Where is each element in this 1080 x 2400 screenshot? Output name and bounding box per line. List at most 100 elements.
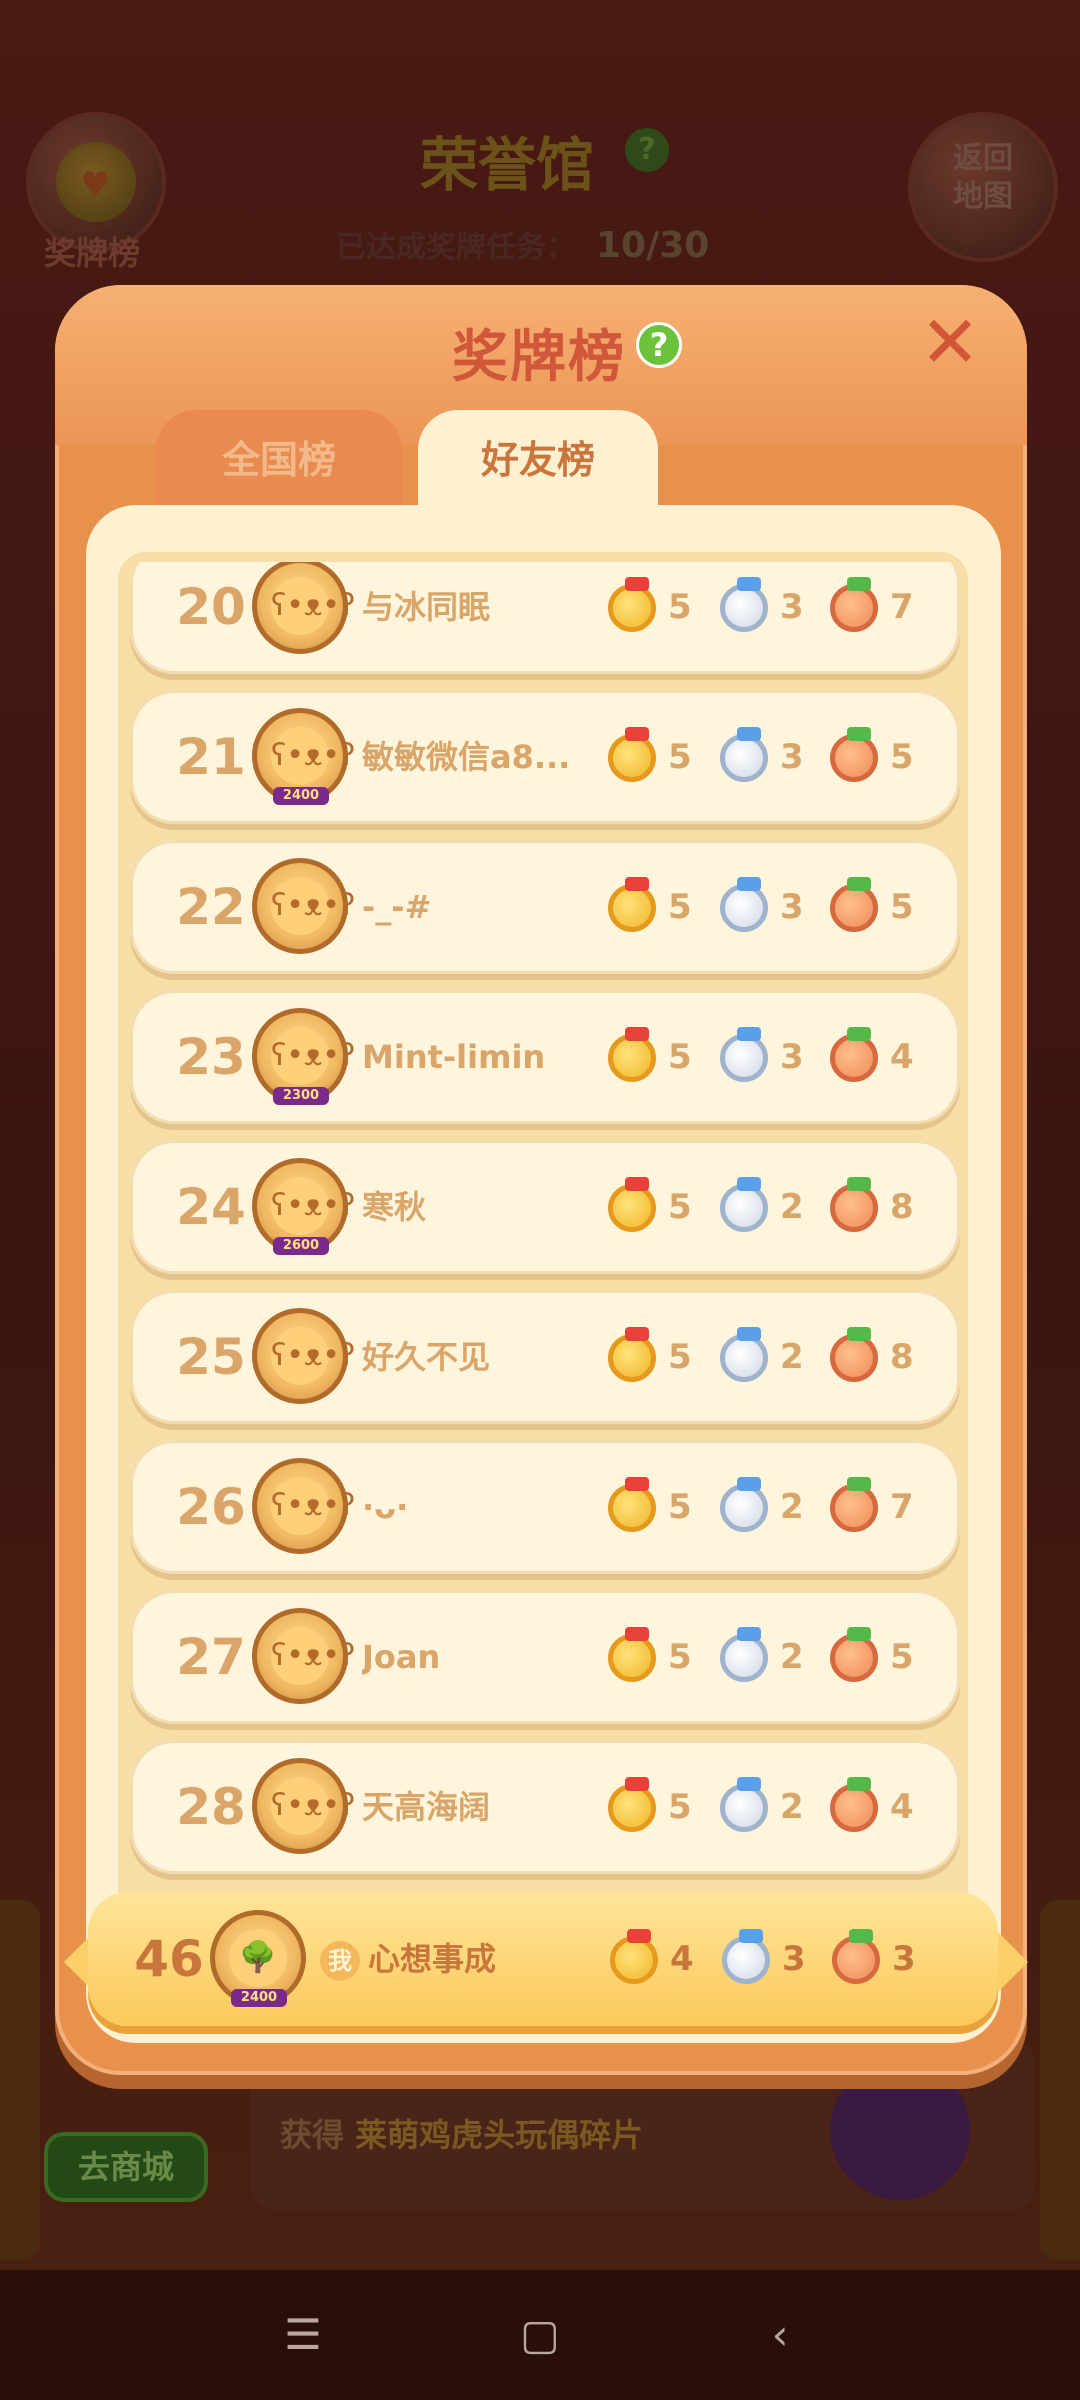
silver-medal-icon: [720, 1327, 768, 1382]
silver-medal-icon: [720, 1027, 768, 1082]
bronze-medal-icon: [830, 1177, 878, 1232]
gold-medal-icon: [608, 1477, 656, 1532]
bronze-count: 4: [890, 1037, 914, 1077]
back-to-map-button[interactable]: 返回 地图: [908, 112, 1058, 262]
bronze-count: 5: [890, 1637, 914, 1677]
silver-medal-icon: [720, 1477, 768, 1532]
gold-count: 5: [668, 1487, 692, 1527]
go-shop-button[interactable]: 去商城: [44, 2132, 208, 2202]
gold-medal-icon: [608, 727, 656, 782]
gold-count: 5: [668, 1337, 692, 1377]
avatar[interactable]: ʕ•ᴥ•ʔ: [252, 1308, 355, 1404]
row-name: 好久不见: [362, 1338, 491, 1376]
bronze-medal-icon: [830, 577, 878, 632]
bronze-medal-icon: [832, 1929, 880, 1984]
task-progress: 已达成奖牌任务： 10/30: [336, 222, 709, 266]
gold-count: 5: [668, 587, 692, 627]
bronze-count: 7: [890, 587, 914, 627]
me-tag: 我: [320, 1941, 360, 1981]
self-row-right-arrow: [994, 1928, 1028, 1996]
close-icon[interactable]: ✕: [918, 306, 982, 378]
help-icon[interactable]: ?: [636, 322, 682, 368]
gold-medal-icon: [610, 1929, 658, 1984]
leaderboard-row[interactable]: 23 ʕ•ᴥ•ʔ 2300 Mint-limin 5 3 4: [130, 990, 960, 1124]
leaderboard-row[interactable]: 25 ʕ•ᴥ•ʔ 好久不见 5 2 8: [130, 1290, 960, 1424]
heart-icon: ♥: [80, 165, 111, 205]
bronze-medal-icon: [830, 877, 878, 932]
self-avatar-badge: 2400: [231, 1989, 287, 2007]
row-name: 寒秋: [362, 1188, 427, 1226]
silver-count: 3: [780, 737, 804, 777]
gold-medal-icon: [608, 877, 656, 932]
leaderboard-row[interactable]: 20 ʕ•ᴥ•ʔ 与冰同眠 5 3 7: [130, 562, 960, 674]
hall-help-icon[interactable]: ?: [625, 128, 669, 172]
leaderboard-row[interactable]: 28 ʕ•ᴥ•ʔ 天高海阔 5 2 4: [130, 1740, 960, 1874]
mascot-icon: ʕ•ᴥ•ʔ: [271, 1477, 355, 1535]
avatar[interactable]: ʕ•ᴥ•ʔ: [252, 562, 355, 654]
back-icon[interactable]: ‹: [740, 2295, 820, 2375]
bronze-medal-icon: [830, 1027, 878, 1082]
gold-count: 5: [668, 1037, 692, 1077]
task-progress-label: 已达成奖牌任务：: [336, 230, 576, 265]
gold-medal-icon: [608, 1177, 656, 1232]
avatar[interactable]: ʕ•ᴥ•ʔ 2300: [252, 1008, 355, 1105]
avatar-badge: 2400: [273, 787, 329, 805]
gold-count: 5: [668, 737, 692, 777]
reward-text: 获得 莱萌鸡虎头玩偶碎片: [280, 2110, 643, 2156]
leaderboard-row[interactable]: 24 ʕ•ᴥ•ʔ 2600 寒秋 5 2 8: [130, 1140, 960, 1274]
leaderboard-row[interactable]: 26 ʕ•ᴥ•ʔ ·ᴗ· 5 2 7: [130, 1440, 960, 1574]
medal-board-label: 奖牌榜: [44, 234, 141, 272]
reward-prefix: 获得: [280, 2116, 345, 2154]
puzzle-icon: [830, 2060, 970, 2200]
gold-count: 5: [668, 887, 692, 927]
leaderboard-list[interactable]: 20 ʕ•ᴥ•ʔ 与冰同眠 5 3 7 21 ʕ•ᴥ•ʔ 2400 敏敏微信a8... 5 3 5 22 ʕ…: [118, 562, 968, 1882]
row-name: 天高海阔: [362, 1788, 491, 1826]
self-rank: 46: [134, 1930, 204, 1988]
silver-count: 2: [780, 1487, 804, 1527]
silver-count: 3: [780, 1037, 804, 1077]
avatar-badge: 2600: [273, 1237, 329, 1255]
leaderboard-row[interactable]: 27 ʕ•ᴥ•ʔ Joan 5 2 5: [130, 1590, 960, 1724]
row-rank: 25: [176, 1328, 246, 1386]
row-rank: 28: [176, 1778, 246, 1836]
home-icon[interactable]: ▢: [500, 2295, 580, 2375]
bronze-medal-icon: [830, 1477, 878, 1532]
row-rank: 27: [176, 1628, 246, 1686]
bronze-count: 5: [890, 887, 914, 927]
bronze-count: 8: [890, 1187, 914, 1227]
avatar[interactable]: ʕ•ᴥ•ʔ: [252, 1758, 355, 1854]
gold-count: 5: [668, 1637, 692, 1677]
tab-friends[interactable]: 好友榜: [418, 410, 658, 510]
gold-count: 5: [668, 1787, 692, 1827]
avatar[interactable]: ʕ•ᴥ•ʔ 2400: [252, 708, 355, 805]
mascot-icon: ʕ•ᴥ•ʔ: [271, 877, 355, 935]
reward-item: 莱萌鸡虎头玩偶碎片: [355, 2116, 644, 2154]
modal-title: 奖牌榜: [452, 325, 626, 390]
leaderboard-row[interactable]: 22 ʕ•ᴥ•ʔ -_-# 5 3 5: [130, 840, 960, 974]
gold-medal-icon: [608, 1027, 656, 1082]
shelf-left: [0, 1900, 40, 2260]
gold-medal-icon: [608, 1327, 656, 1382]
row-rank: 23: [176, 1028, 246, 1086]
mascot-icon: ʕ•ᴥ•ʔ: [271, 577, 355, 635]
silver-medal-icon: [720, 1177, 768, 1232]
mascot-icon: ʕ•ᴥ•ʔ: [271, 1777, 355, 1835]
row-name: 敏敏微信a8...: [362, 738, 571, 776]
leaderboard-row[interactable]: 21 ʕ•ᴥ•ʔ 2400 敏敏微信a8... 5 3 5: [130, 690, 960, 824]
gold-medal-icon: [608, 1777, 656, 1832]
silver-medal-icon: [720, 1777, 768, 1832]
bronze-count: 7: [890, 1487, 914, 1527]
tab-national[interactable]: 全国榜: [156, 410, 402, 510]
menu-icon[interactable]: ☰: [263, 2295, 343, 2375]
self-avatar: 🌳 2400: [210, 1910, 306, 2007]
bronze-count: 4: [890, 1787, 914, 1827]
avatar[interactable]: ʕ•ᴥ•ʔ: [252, 858, 355, 954]
self-rank-row[interactable]: 46 🌳 2400 我心想事成 4 3 3: [88, 1892, 998, 2026]
avatar[interactable]: ʕ•ᴥ•ʔ: [252, 1608, 355, 1704]
avatar[interactable]: ʕ•ᴥ•ʔ: [252, 1458, 355, 1554]
avatar[interactable]: ʕ•ᴥ•ʔ 2600: [252, 1158, 355, 1255]
tree-icon: 🌳: [229, 1929, 287, 1987]
bronze-count: 5: [890, 737, 914, 777]
mascot-icon: ʕ•ᴥ•ʔ: [271, 1627, 355, 1685]
self-silver-count: 3: [782, 1939, 806, 1979]
